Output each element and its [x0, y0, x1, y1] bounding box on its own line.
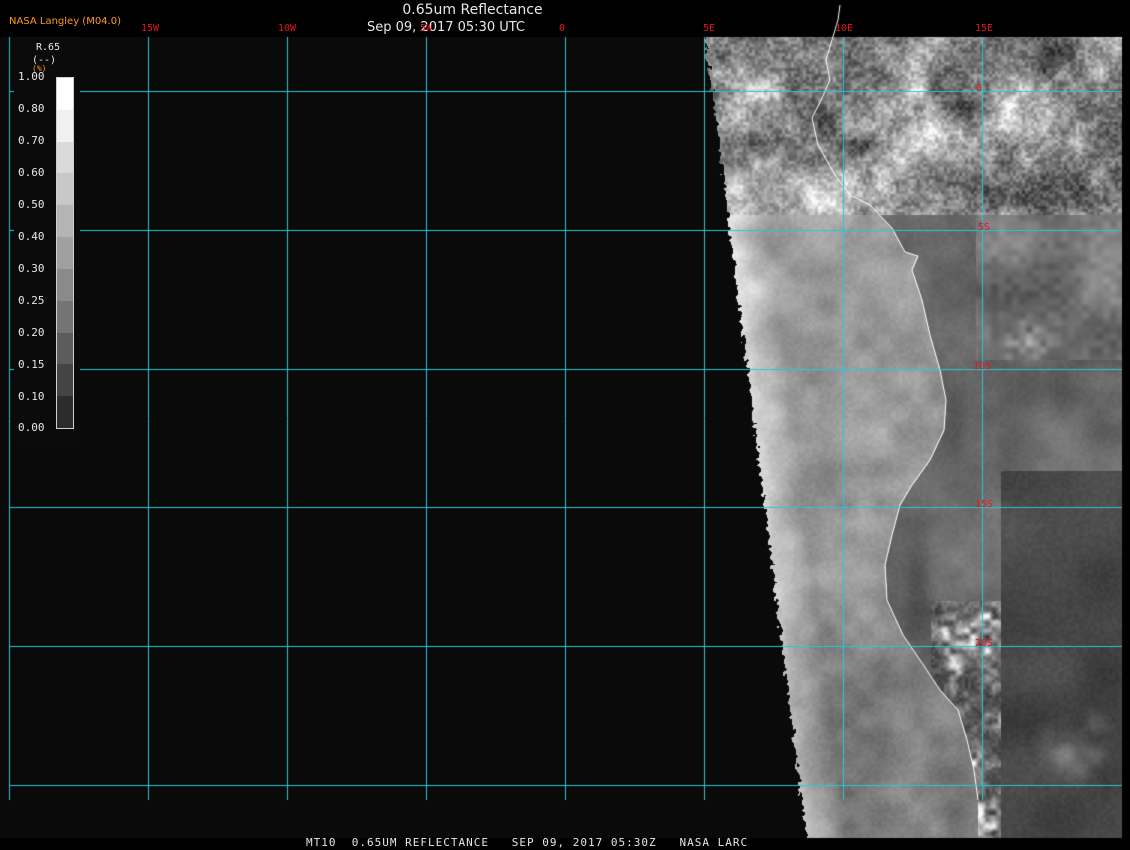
colorbar-tick-label: 0.40: [18, 230, 45, 243]
longitude-label: 10W: [278, 23, 297, 34]
colorbar-segment: [57, 78, 73, 111]
colorbar-tick-label: 0.10: [18, 390, 45, 403]
colorbar-segment: [57, 141, 73, 174]
colorbar-segment: [57, 300, 73, 334]
colorbar-segment: [57, 396, 73, 429]
colorbar-tick-label: 0.30: [18, 262, 45, 275]
colorbar-segment: [57, 173, 73, 206]
legend-parameter: R.65: [36, 42, 61, 53]
colorbar-segment: [57, 205, 73, 238]
colorbar-segment: [57, 332, 73, 365]
colorbar-tick-label: 0.20: [18, 326, 45, 339]
colorbar-tick-label: 0.50: [18, 198, 45, 211]
longitude-label: 5E: [703, 23, 716, 34]
colorbar: [56, 77, 74, 429]
footer-caption: MT10 0.65UM REFLECTANCE SEP 09, 2017 05:…: [306, 836, 749, 849]
colorbar-tick-label: 0.15: [18, 358, 45, 371]
longitude-label: 10E: [835, 23, 854, 34]
colorbar-segment: [57, 364, 73, 397]
latitude-label: 10S: [973, 361, 992, 372]
longitude-label: 15W: [141, 23, 160, 34]
colorbar-tick-label: 0.80: [18, 102, 45, 115]
longitude-label: 15E: [975, 23, 994, 34]
colorbar-tick-label: 0.25: [18, 294, 45, 307]
source-label: NASA Langley (M04.0): [9, 16, 121, 27]
latitude-label: 15S: [975, 499, 994, 510]
latitude-label: 0: [976, 83, 983, 94]
latitude-label: 5S: [978, 222, 991, 233]
longitude-label: 5W: [420, 23, 433, 34]
colorbar-segment: [57, 237, 73, 270]
colorbar-segment: [57, 268, 73, 302]
colorbar-segment: [57, 109, 73, 143]
map-timestamp: Sep 09, 2017 05:30 UTC: [366, 20, 526, 35]
longitude-label: 0: [559, 23, 566, 34]
colorbar-tick-label: 0.70: [18, 134, 45, 147]
satellite-map[interactable]: [0, 0, 1130, 850]
colorbar-tick-label: 0.60: [18, 166, 45, 179]
map-title: 0.65um Reflectance: [402, 2, 543, 18]
colorbar-tick-label: 1.00: [18, 70, 45, 83]
colorbar-tick-label: 0.00: [18, 421, 45, 434]
latitude-label: 20S: [975, 638, 994, 649]
